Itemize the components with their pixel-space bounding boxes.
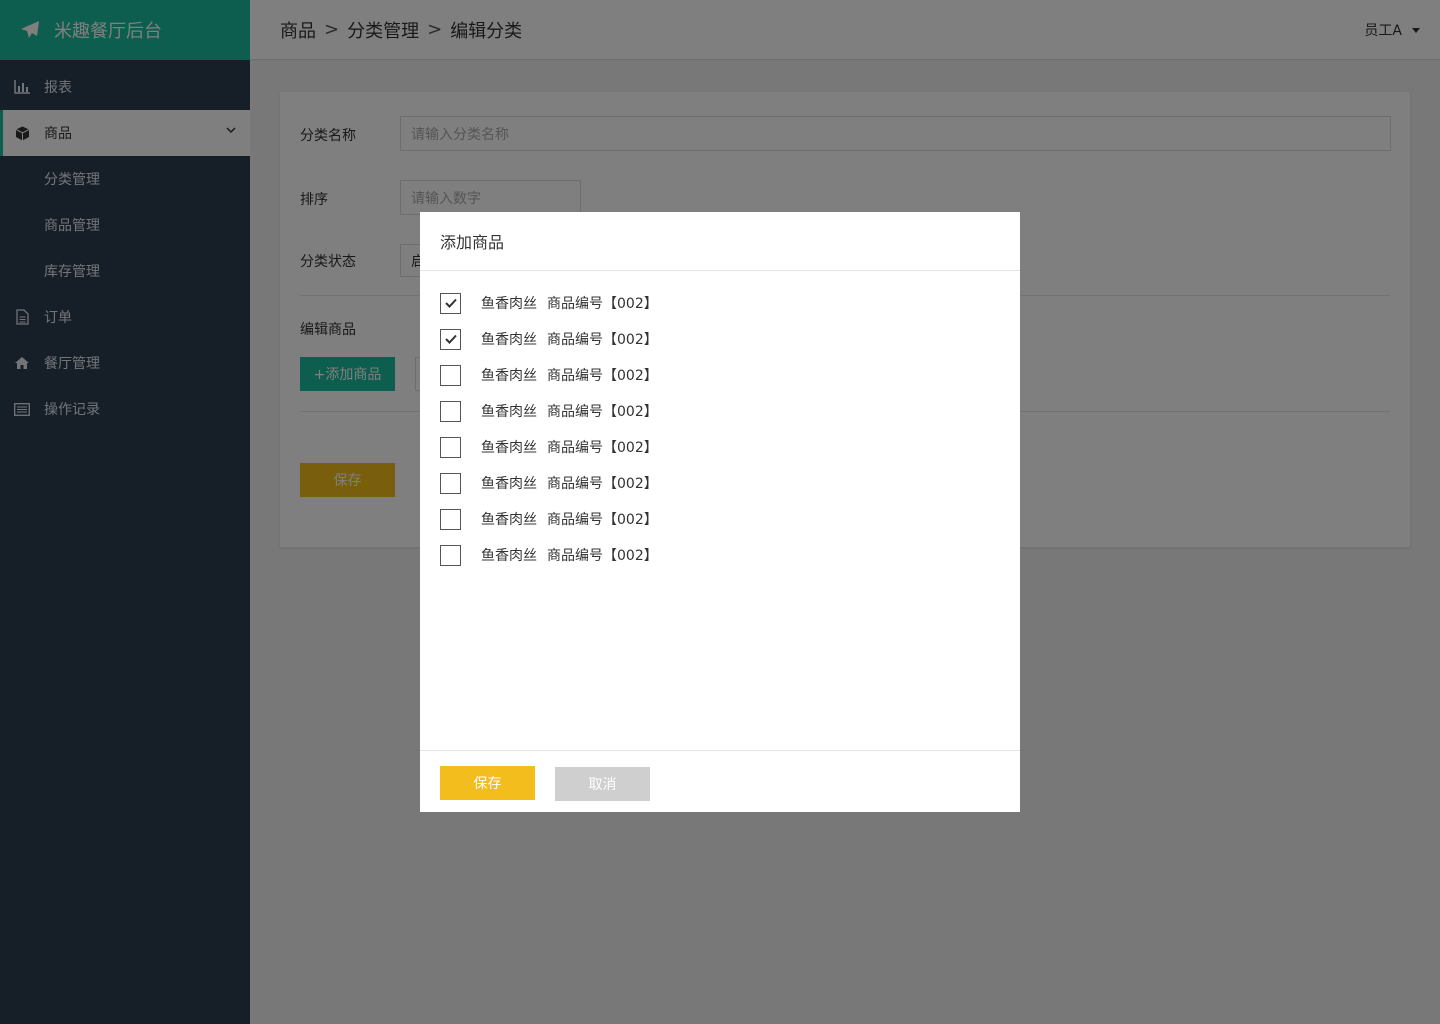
goods-option[interactable]: 鱼香肉丝 商品编号【002】 [440,436,658,458]
goods-name: 鱼香肉丝 [481,440,537,456]
modal-save-button[interactable]: 保存 [440,766,535,800]
goods-code: 商品编号【002】 [547,404,658,420]
goods-name: 鱼香肉丝 [481,368,537,384]
goods-name: 鱼香肉丝 [481,296,537,312]
checkbox[interactable] [440,472,461,494]
goods-name: 鱼香肉丝 [481,512,537,528]
checkbox[interactable] [440,400,461,422]
goods-option[interactable]: 鱼香肉丝 商品编号【002】 [440,328,658,350]
goods-option[interactable]: 鱼香肉丝 商品编号【002】 [440,364,658,386]
goods-option[interactable]: 鱼香肉丝 商品编号【002】 [440,292,658,314]
goods-name: 鱼香肉丝 [481,332,537,348]
modal-body: 鱼香肉丝 商品编号【002】 鱼香肉丝 商品编号【002】 鱼香肉丝 商品编号【… [420,272,1020,750]
goods-name: 鱼香肉丝 [481,548,537,564]
goods-code: 商品编号【002】 [547,332,658,348]
goods-option[interactable]: 鱼香肉丝 商品编号【002】 [440,508,658,530]
checkbox[interactable] [440,436,461,458]
check-icon [444,298,457,308]
goods-option[interactable]: 鱼香肉丝 商品编号【002】 [440,400,658,422]
check-icon [444,334,457,344]
checkbox[interactable] [440,508,461,530]
goods-code: 商品编号【002】 [547,296,658,312]
goods-code: 商品编号【002】 [547,440,658,456]
goods-code: 商品编号【002】 [547,476,658,492]
modal-cancel-button[interactable]: 取消 [555,767,650,801]
goods-code: 商品编号【002】 [547,368,658,384]
goods-name: 鱼香肉丝 [481,476,537,492]
goods-option[interactable]: 鱼香肉丝 商品编号【002】 [440,472,658,494]
goods-code: 商品编号【002】 [547,548,658,564]
checkbox-checked[interactable] [440,328,461,350]
checkbox[interactable] [440,544,461,566]
add-goods-modal: 添加商品 鱼香肉丝 商品编号【002】 鱼香肉丝 商品编号【002】 鱼香肉丝 … [420,212,1020,812]
goods-name: 鱼香肉丝 [481,404,537,420]
modal-title: 添加商品 [420,212,1020,271]
goods-code: 商品编号【002】 [547,512,658,528]
checkbox-checked[interactable] [440,292,461,314]
checkbox[interactable] [440,364,461,386]
modal-footer: 保存 取消 [420,750,1020,812]
goods-option[interactable]: 鱼香肉丝 商品编号【002】 [440,544,658,566]
